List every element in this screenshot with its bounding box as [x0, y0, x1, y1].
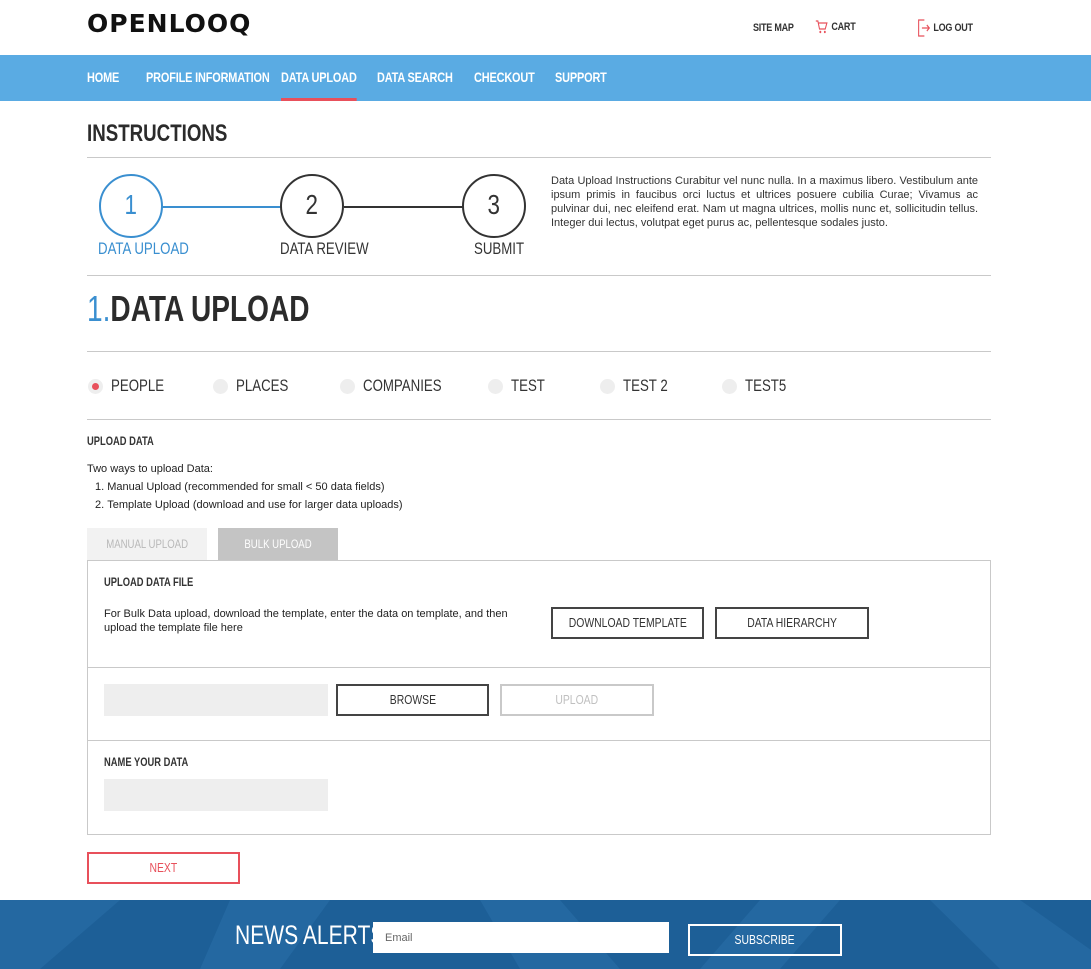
radio-test-2[interactable]: TEST 2: [600, 376, 680, 396]
radio-dot: [488, 378, 503, 394]
divider: [87, 419, 991, 420]
tab-manual-upload[interactable]: MANUAL UPLOAD: [87, 528, 207, 560]
logout-label: LOG OUT: [933, 22, 973, 34]
data-name-input[interactable]: [104, 779, 328, 811]
site-map-link[interactable]: SITE MAP: [753, 22, 794, 34]
nav-item-data-upload[interactable]: DATA UPLOAD: [281, 55, 357, 101]
step-3-circle: 3: [462, 174, 526, 238]
browse-label: BROWSE: [389, 692, 436, 707]
site-map-label: SITE MAP: [753, 22, 794, 34]
main-nav: HOME PROFILE INFORMATION DATA UPLOAD DAT…: [0, 55, 1091, 101]
upload-way-2: 2. Template Upload (download and use for…: [95, 499, 403, 511]
browse-button[interactable]: BROWSE: [336, 684, 489, 716]
nav-item-checkout[interactable]: CHECKOUT: [474, 55, 535, 101]
radio-label: TEST: [511, 376, 545, 395]
radio-dot: [88, 378, 103, 394]
upload-data-heading: UPLOAD DATA: [87, 434, 154, 448]
section-title: 1.DATA UPLOAD: [87, 288, 310, 330]
upload-way-1: 1. Manual Upload (recommended for small …: [95, 481, 385, 493]
radio-label: PEOPLE: [111, 376, 165, 395]
logo[interactable]: OPENLOOQ: [87, 9, 251, 38]
download-template-label: DOWNLOAD TEMPLATE: [568, 615, 687, 630]
section-number: 1.: [87, 288, 111, 329]
upload-way-2-text: Template Upload (download and use for la…: [107, 499, 403, 511]
name-data-heading: NAME YOUR DATA: [104, 755, 189, 769]
radio-label: TEST5: [745, 376, 787, 395]
nav-item-data-search[interactable]: DATA SEARCH: [377, 55, 453, 101]
panel-divider: [88, 740, 990, 741]
download-template-button[interactable]: DOWNLOAD TEMPLATE: [551, 607, 704, 639]
logout-link[interactable]: LOG OUT: [917, 19, 973, 37]
news-alerts-title: NEWS ALERTS: [235, 920, 385, 950]
upload-intro: Two ways to upload Data:: [87, 463, 213, 475]
radio-test5[interactable]: TEST5: [722, 376, 798, 396]
radio-dot: [213, 378, 228, 394]
file-path-input[interactable]: [104, 684, 328, 716]
step-1-label: DATA UPLOAD: [98, 239, 189, 258]
cart-icon: [815, 20, 828, 34]
upload-button[interactable]: UPLOAD: [500, 684, 654, 716]
subscribe-label: SUBSCRIBE: [734, 932, 796, 947]
next-button[interactable]: NEXT: [87, 852, 240, 884]
upload-label: UPLOAD: [555, 692, 599, 707]
step-2-label: DATA REVIEW: [280, 239, 369, 258]
data-hierarchy-button[interactable]: DATA HIERARCHY: [715, 607, 869, 639]
upload-way-1-text: Manual Upload (recommended for small < 5…: [107, 481, 385, 493]
logout-icon: [917, 19, 931, 37]
radio-dot: [722, 378, 737, 394]
radio-label: TEST 2: [623, 376, 668, 395]
panel-divider: [88, 667, 990, 668]
radio-test[interactable]: TEST: [488, 376, 554, 396]
next-label: NEXT: [149, 860, 178, 875]
subscribe-button[interactable]: SUBSCRIBE: [688, 924, 842, 956]
cart-label: CART: [831, 21, 856, 33]
radio-places[interactable]: PLACES: [213, 376, 303, 396]
step-3-label: SUBMIT: [474, 239, 525, 258]
step-2-number: 2: [305, 189, 319, 220]
step-connector-1: [162, 206, 282, 208]
tab-bulk-upload[interactable]: BULK UPLOAD: [218, 528, 338, 560]
step-2-circle: 2: [280, 174, 344, 238]
radio-label: PLACES: [236, 376, 289, 395]
divider: [87, 157, 991, 158]
tab-bulk-upload-label: BULK UPLOAD: [244, 537, 312, 551]
radio-companies[interactable]: COMPANIES: [340, 376, 464, 396]
instructions-text: Data Upload Instructions Curabitur vel n…: [551, 175, 978, 229]
email-input[interactable]: [373, 922, 669, 953]
step-1-circle: 1: [99, 174, 163, 238]
radio-label: COMPANIES: [363, 376, 442, 395]
section-title-text: DATA UPLOAD: [110, 288, 310, 329]
step-3-number: 3: [487, 189, 501, 220]
tab-manual-upload-label: MANUAL UPLOAD: [106, 537, 188, 551]
radio-dot: [600, 378, 615, 394]
cart-link[interactable]: CART: [815, 20, 856, 34]
radio-dot: [340, 378, 355, 394]
nav-item-profile-information[interactable]: PROFILE INFORMATION: [146, 55, 270, 101]
nav-item-home[interactable]: HOME: [87, 55, 119, 101]
upload-file-description: For Bulk Data upload, download the templ…: [104, 608, 508, 634]
upload-file-heading: UPLOAD DATA FILE: [104, 575, 194, 589]
top-header: OPENLOOQ SITE MAP CART LOG OUT: [0, 0, 1091, 55]
divider: [87, 351, 991, 352]
step-connector-2: [344, 206, 464, 208]
divider: [87, 275, 991, 276]
instructions-title: INSTRUCTIONS: [87, 120, 228, 147]
nav-item-support[interactable]: SUPPORT: [555, 55, 607, 101]
step-1-number: 1: [124, 189, 138, 220]
radio-people[interactable]: PEOPLE: [88, 376, 179, 396]
data-hierarchy-label: DATA HIERARCHY: [747, 615, 837, 630]
